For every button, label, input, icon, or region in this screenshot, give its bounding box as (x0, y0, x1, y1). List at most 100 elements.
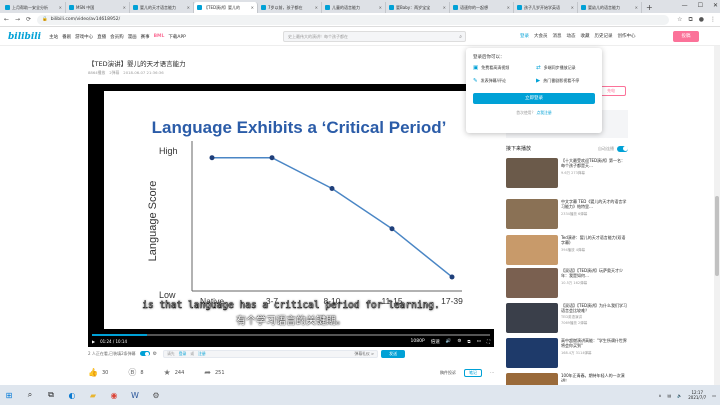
tray-arrow-icon[interactable]: ∧ (659, 393, 662, 398)
video-thumbnail[interactable] (506, 158, 558, 188)
recommended-video[interactable]: 【十大最受欢迎TED演讲】第一名：每个孩子都是天… 9.6万 273弹幕 (506, 158, 628, 188)
video-thumbnail[interactable] (506, 303, 558, 333)
video-thumbnail[interactable] (506, 338, 558, 368)
chrome-icon[interactable]: ◉ (108, 389, 120, 401)
speaker-icon[interactable]: 🔈 (677, 393, 682, 398)
rec-uploader[interactable]: TED英语演讲 (561, 315, 628, 320)
nav-link[interactable]: 会员购 (110, 34, 124, 40)
tab-close-icon[interactable]: ✕ (251, 5, 254, 10)
scrollbar-thumb[interactable] (715, 196, 719, 276)
autoplay-toggle[interactable] (617, 145, 628, 152)
rec-title[interactable]: 【双语】【TED演讲】玩萨奥天才少年：我是如何… (561, 268, 628, 278)
tab-close-icon[interactable]: ✕ (123, 5, 126, 10)
header-menu-item[interactable]: 消息 (553, 33, 562, 39)
nav-link[interactable]: 直播 (97, 34, 106, 40)
recommended-video[interactable]: Ted演讲：婴儿的天才语言能力(双语字幕) 394播放 4弹幕 (506, 235, 628, 265)
like-action[interactable]: 👍 30 (88, 368, 108, 377)
reload-icon[interactable]: ⟳ (26, 16, 31, 23)
speed-select[interactable]: 倍速 (431, 339, 440, 345)
progress-bar[interactable] (92, 334, 490, 336)
back-icon[interactable]: ← (4, 16, 9, 23)
volume-icon[interactable]: 🔊 (446, 339, 452, 344)
word-icon[interactable]: W (129, 389, 141, 401)
recommended-video[interactable]: 高中超燃演讲高能："学生所谓什世界将会你买到" 168.4万 3114弹幕 (506, 338, 628, 368)
browser-tab[interactable]: 上月帮助—安全分析 ✕ (2, 2, 66, 13)
bilibili-logo[interactable]: bilibili (8, 32, 41, 42)
browser-tab[interactable]: 孩子几岁开始学英语 ✕ (514, 2, 578, 13)
tab-close-icon[interactable]: ✕ (187, 5, 190, 10)
menu-icon[interactable]: ⋮ (710, 16, 716, 24)
url-input[interactable]: 🔒 bilibili.com/video/av14618952/ (37, 14, 670, 25)
more-icon[interactable]: ⋯ (490, 370, 494, 375)
send-danmaku-button[interactable]: 发送 (381, 349, 406, 358)
rec-title[interactable]: Ted演讲：婴儿的天才语言能力(双语字幕) (561, 235, 628, 245)
browser-tab[interactable]: 儿童的语言能力 ✕ (322, 2, 386, 13)
upload-button[interactable]: 投稿 (673, 31, 699, 42)
nav-link[interactable]: 漫画 (128, 34, 137, 40)
danmaku-register-link[interactable]: 注册 (198, 351, 206, 357)
rec-title[interactable]: 100年正青春。期待年轻人的一次演讲！ (561, 373, 628, 382)
rec-title[interactable]: 【双语】【TED演讲】为什么我们学习语言会比较难？ (561, 303, 628, 313)
report-link[interactable]: 稿件投诉 (440, 370, 456, 376)
browser-tab[interactable]: 婴幼儿的语言能力 ✕ (578, 2, 642, 13)
search-input[interactable]: 史上最伟大的演讲！每个孩子都在 ⌕ (283, 31, 466, 42)
danmaku-input[interactable]: 请先 登录 或 注册 弹幕礼仪 > (163, 349, 379, 358)
nav-link[interactable]: 下载APP (168, 34, 186, 40)
page-scrollbar[interactable] (714, 46, 720, 385)
share-action[interactable]: ➦ 251 (204, 368, 224, 377)
video-thumbnail[interactable] (506, 199, 558, 229)
extension-icon[interactable]: ⧉ (688, 16, 692, 24)
tab-close-icon[interactable]: ✕ (443, 5, 446, 10)
widescreen-icon[interactable]: ▭ (477, 339, 481, 344)
recommended-video[interactable]: 中文字幕 TED《婴儿的天才的语言学习能力》帕特里… 2334播放 6弹幕 (506, 199, 628, 229)
play-icon[interactable]: ▶ (92, 339, 95, 344)
note-button[interactable]: 笔记 (464, 368, 482, 377)
header-menu-item[interactable]: 历史记录 (595, 33, 613, 39)
pip-icon[interactable]: ⧉ (467, 339, 470, 345)
browser-tab[interactable]: 婴Baby：两岁宝宝 ✕ (386, 2, 450, 13)
recommended-video[interactable]: 【双语】【TED演讲】玩萨奥天才少年：我是如何… 10.5万 162弹幕 (506, 268, 628, 298)
nav-link[interactable]: 游戏中心 (75, 34, 93, 40)
settings-taskbar-icon[interactable]: ⚙ (150, 389, 162, 401)
signup-link[interactable]: 点我注册 (537, 110, 552, 115)
profile-icon[interactable]: ● (699, 16, 704, 24)
forward-icon[interactable]: → (15, 16, 20, 23)
header-menu-item[interactable]: 收藏 (581, 33, 590, 39)
task-view-icon[interactable]: ⧉ (45, 389, 57, 401)
tab-close-icon[interactable]: ✕ (59, 5, 62, 10)
login-now-button[interactable]: 立即登录 (473, 93, 595, 104)
danmaku-settings-icon[interactable]: ⚙ (153, 351, 157, 357)
tab-close-icon[interactable]: ✕ (315, 5, 318, 10)
coin-action[interactable]: Ⓑ 8 (128, 367, 143, 378)
browser-tab[interactable]: 语速你的一起想 ✕ (450, 2, 514, 13)
tab-close-icon[interactable]: ✕ (379, 5, 382, 10)
header-menu-item[interactable]: 创作中心 (618, 33, 636, 39)
rec-title[interactable]: 【十大最受欢迎TED演讲】第一名：每个孩子都是天… (561, 158, 628, 168)
fullscreen-icon[interactable]: ⛶ (487, 339, 490, 345)
edge-icon[interactable]: ◐ (66, 389, 78, 401)
clock[interactable]: 12:17 2021/7/7 (688, 390, 706, 400)
browser-tab[interactable]: MSN 中国 ✕ (66, 2, 130, 13)
favorite-action[interactable]: ★ 244 (164, 368, 185, 377)
video-thumbnail[interactable] (506, 235, 558, 265)
folder-icon[interactable]: ▰ (87, 389, 99, 401)
minimize-icon[interactable]: — (682, 2, 688, 9)
nav-link[interactable]: 主站 (49, 34, 58, 40)
close-window-icon[interactable]: ✕ (713, 2, 718, 9)
header-menu-item[interactable]: 动态 (567, 33, 576, 39)
recommended-video[interactable]: 【双语】【TED演讲】为什么我们学习语言会比较难？ TED英语演讲 7069播放 2… (506, 303, 628, 333)
search-icon[interactable]: ⌕ (459, 33, 462, 42)
star-icon[interactable]: ☆ (677, 16, 682, 24)
danmaku-toggle[interactable] (139, 351, 150, 356)
nav-link[interactable]: 番剧 (62, 34, 71, 40)
nav-link[interactable]: BML (154, 34, 165, 40)
browser-tab[interactable]: 婴儿的天才语言能力 ✕ (130, 2, 194, 13)
quality-select[interactable]: 1080P (411, 339, 425, 344)
tab-close-icon[interactable]: ✕ (571, 5, 574, 10)
browser-tab[interactable]: 7岁以前，孩子都在 ✕ (258, 2, 322, 13)
rec-title[interactable]: 中文字幕 TED《婴儿的天才的语言学习能力》帕特里… (561, 199, 628, 209)
header-menu-item[interactable]: 登录 (520, 33, 529, 39)
network-icon[interactable]: ▤ (667, 393, 671, 398)
video-thumbnail[interactable] (506, 268, 558, 298)
tab-close-icon[interactable]: ✕ (507, 5, 510, 10)
